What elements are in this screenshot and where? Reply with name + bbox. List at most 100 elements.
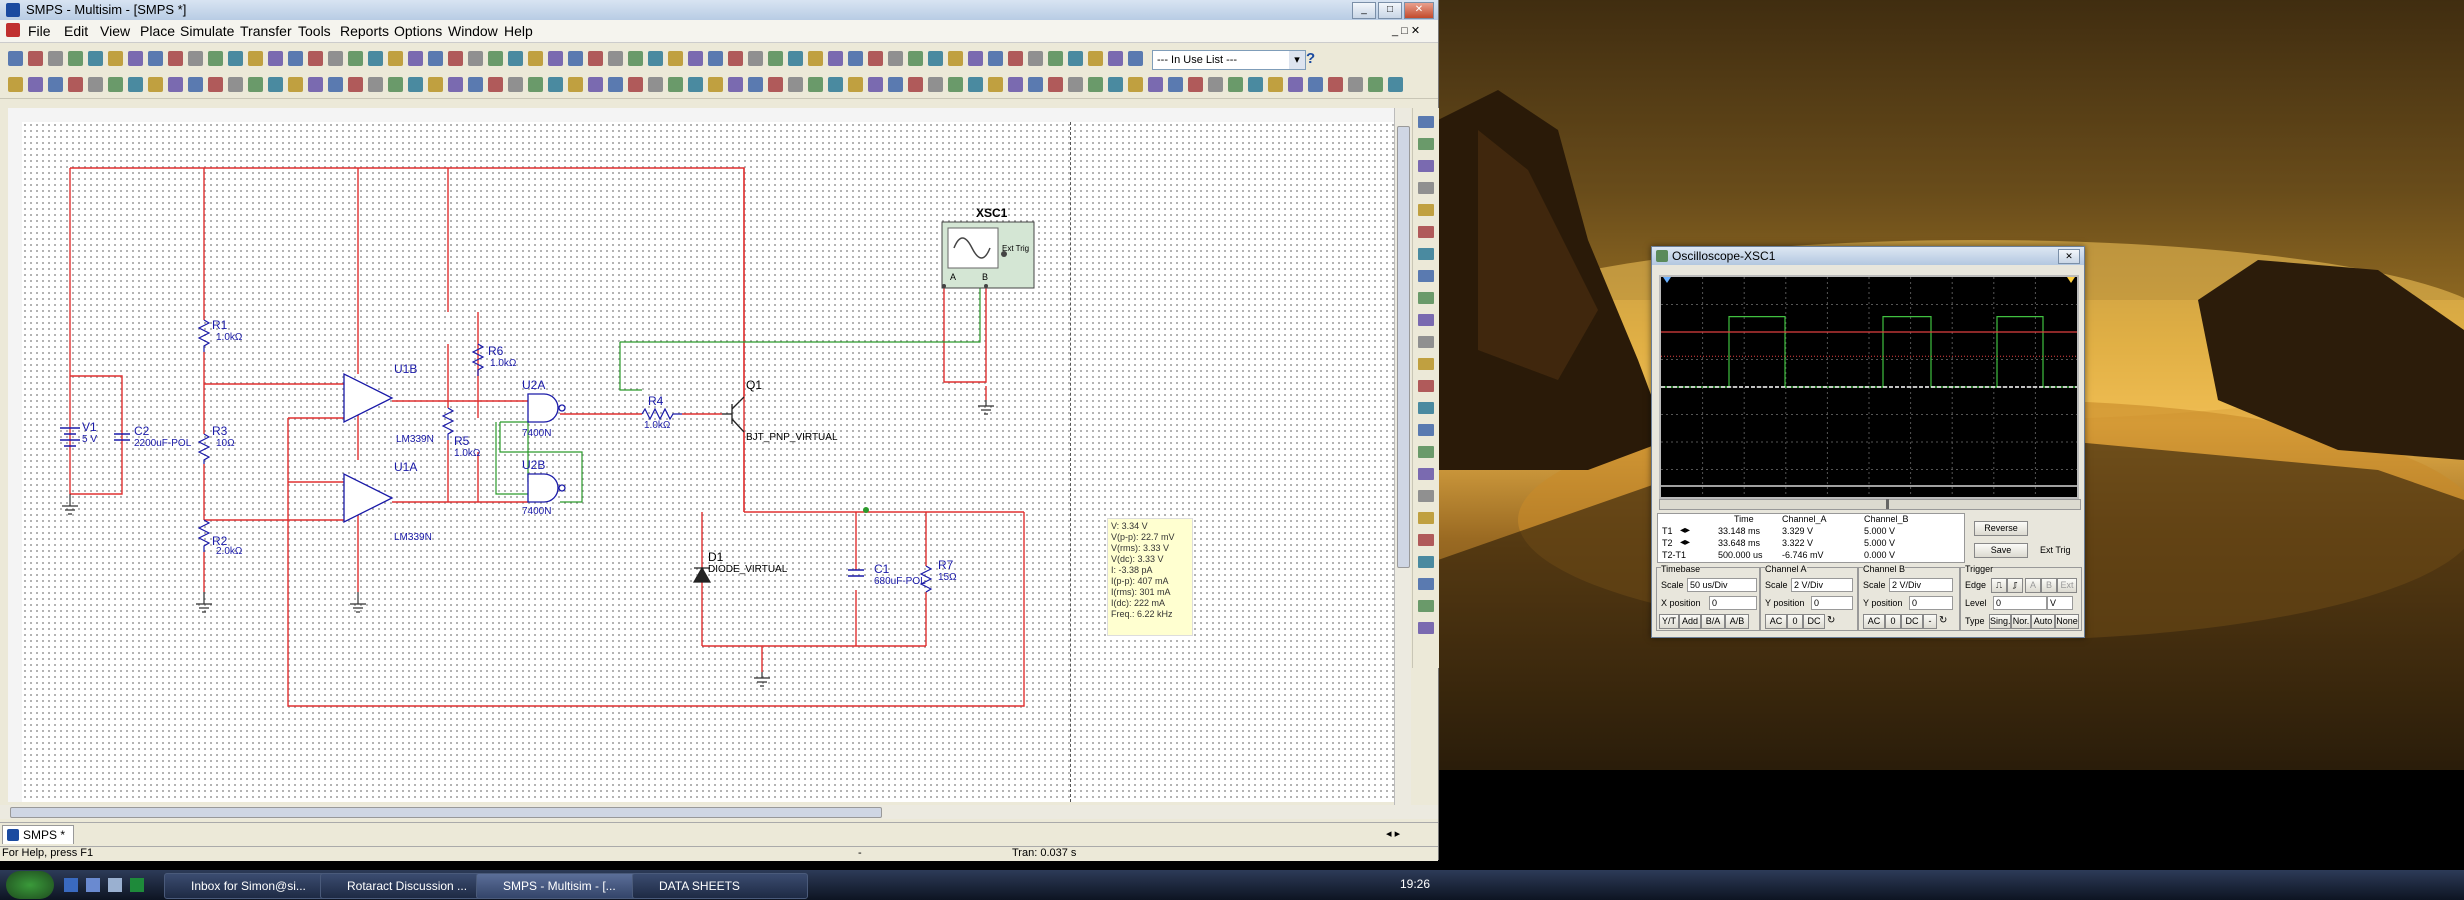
instrument-button-icon[interactable] bbox=[1418, 402, 1434, 414]
toolbar-button-icon[interactable] bbox=[748, 51, 763, 66]
instrument-button-icon[interactable] bbox=[1418, 116, 1434, 128]
toolbar-button-icon[interactable] bbox=[788, 51, 803, 66]
toolbar-button-icon[interactable] bbox=[588, 77, 603, 92]
toolbar-button-icon[interactable] bbox=[268, 77, 283, 92]
toolbar-button-icon[interactable] bbox=[668, 51, 683, 66]
chb-refresh-icon[interactable]: ↻ bbox=[1939, 615, 1947, 626]
toolbar-button-icon[interactable] bbox=[1148, 77, 1163, 92]
horizontal-scroll-thumb[interactable] bbox=[10, 807, 882, 818]
toolbar-button-icon[interactable] bbox=[868, 51, 883, 66]
type-normal-button[interactable]: Nor. bbox=[2011, 614, 2031, 629]
instrument-button-icon[interactable] bbox=[1418, 160, 1434, 172]
timebase-scale-field[interactable]: 50 us/Div bbox=[1687, 578, 1757, 592]
toolbar-button-icon[interactable] bbox=[688, 51, 703, 66]
mode-ab-button[interactable]: A/B bbox=[1725, 614, 1749, 629]
cha-dc-button[interactable]: DC bbox=[1803, 614, 1825, 629]
toolbar-button-icon[interactable] bbox=[88, 77, 103, 92]
toolbar-button-icon[interactable] bbox=[88, 51, 103, 66]
toolbar-button-icon[interactable] bbox=[188, 77, 203, 92]
toolbar-button-icon[interactable] bbox=[28, 77, 43, 92]
toolbar-button-icon[interactable] bbox=[708, 51, 723, 66]
menu-view[interactable]: View bbox=[100, 23, 130, 39]
mdi-controls[interactable]: _ □ ✕ bbox=[1392, 24, 1420, 37]
oscilloscope-display[interactable] bbox=[1659, 275, 2079, 499]
toolbar-button-icon[interactable] bbox=[288, 77, 303, 92]
toolbar-button-icon[interactable] bbox=[1008, 51, 1023, 66]
schematic-canvas[interactable]: R1 1.0kΩ R3 10Ω R2 2.0kΩ R6 1.0kΩ R5 1.0… bbox=[22, 122, 1394, 802]
toolbar-button-icon[interactable] bbox=[48, 51, 63, 66]
toolbar-button-icon[interactable] bbox=[268, 51, 283, 66]
toolbar-button-icon[interactable] bbox=[428, 77, 443, 92]
mode-add-button[interactable]: Add bbox=[1679, 614, 1701, 629]
cha-ac-button[interactable]: AC bbox=[1765, 614, 1787, 629]
reverse-button[interactable]: Reverse bbox=[1974, 521, 2028, 536]
toolbar-button-icon[interactable] bbox=[828, 51, 843, 66]
toolbar-button-icon[interactable] bbox=[328, 77, 343, 92]
toolbar-button-icon[interactable] bbox=[888, 51, 903, 66]
toolbar-button-icon[interactable] bbox=[1088, 51, 1103, 66]
chb-zero-button[interactable]: 0 bbox=[1885, 614, 1901, 629]
toolbar-button-icon[interactable] bbox=[588, 51, 603, 66]
x-position-field[interactable]: 0 bbox=[1709, 596, 1757, 610]
task-multisim[interactable]: SMPS - Multisim - [... bbox=[476, 873, 652, 899]
toolbar-button-icon[interactable] bbox=[208, 51, 223, 66]
task-inbox[interactable]: Inbox for Simon@si... bbox=[164, 873, 340, 899]
toolbar-button-icon[interactable] bbox=[528, 51, 543, 66]
cha-ypos-field[interactable]: 0 bbox=[1811, 596, 1853, 610]
quicklaunch-desktop-icon[interactable] bbox=[64, 878, 78, 892]
display-scrollbar[interactable] bbox=[1659, 499, 2081, 510]
cha-scale-field[interactable]: 2 V/Div bbox=[1791, 578, 1853, 592]
quicklaunch-ie-icon[interactable] bbox=[86, 878, 100, 892]
toolbar-button-icon[interactable] bbox=[1028, 77, 1043, 92]
clock[interactable]: 19:26 bbox=[1400, 877, 1430, 891]
toolbar-button-icon[interactable] bbox=[848, 51, 863, 66]
tray-icons[interactable] bbox=[1280, 879, 1340, 891]
toolbar-button-icon[interactable] bbox=[68, 51, 83, 66]
toolbar-button-icon[interactable] bbox=[1208, 77, 1223, 92]
save-button[interactable]: Save bbox=[1974, 543, 2028, 558]
toolbar-button-icon[interactable] bbox=[688, 77, 703, 92]
toolbar-button-icon[interactable] bbox=[568, 51, 583, 66]
toolbar-button-icon[interactable] bbox=[208, 77, 223, 92]
toolbar-button-icon[interactable] bbox=[408, 51, 423, 66]
toolbar-button-icon[interactable] bbox=[28, 51, 43, 66]
toolbar-button-icon[interactable] bbox=[1068, 51, 1083, 66]
instrument-button-icon[interactable] bbox=[1418, 578, 1434, 590]
toolbar-button-icon[interactable] bbox=[1088, 77, 1103, 92]
toolbar-button-icon[interactable] bbox=[568, 77, 583, 92]
level-field[interactable]: 0 bbox=[1993, 596, 2047, 610]
toolbar-button-icon[interactable] bbox=[1048, 51, 1063, 66]
instrument-button-icon[interactable] bbox=[1418, 512, 1434, 524]
toolbar-button-icon[interactable] bbox=[448, 51, 463, 66]
toolbar-button-icon[interactable] bbox=[1108, 51, 1123, 66]
toolbar-button-icon[interactable] bbox=[808, 77, 823, 92]
toolbar-button-icon[interactable] bbox=[248, 77, 263, 92]
toolbar-button-icon[interactable] bbox=[1288, 77, 1303, 92]
toolbar-button-icon[interactable] bbox=[928, 51, 943, 66]
chb-ypos-field[interactable]: 0 bbox=[1909, 596, 1953, 610]
mode-yt-button[interactable]: Y/T bbox=[1659, 614, 1679, 629]
toolbar-button-icon[interactable] bbox=[668, 77, 683, 92]
toolbar-button-icon[interactable] bbox=[1228, 77, 1243, 92]
instrument-button-icon[interactable] bbox=[1418, 556, 1434, 568]
toolbar-button-icon[interactable] bbox=[1008, 77, 1023, 92]
toolbar-button-icon[interactable] bbox=[1028, 51, 1043, 66]
start-button[interactable] bbox=[6, 871, 54, 899]
instrument-button-icon[interactable] bbox=[1418, 380, 1434, 392]
menu-simulate[interactable]: Simulate bbox=[180, 23, 234, 39]
toolbar-button-icon[interactable] bbox=[1248, 77, 1263, 92]
toolbar-button-icon[interactable] bbox=[148, 77, 163, 92]
toolbar-button-icon[interactable] bbox=[108, 77, 123, 92]
toolbar-button-icon[interactable] bbox=[8, 51, 23, 66]
toolbar-button-icon[interactable] bbox=[148, 51, 163, 66]
toolbar-button-icon[interactable] bbox=[508, 51, 523, 66]
toolbar-button-icon[interactable] bbox=[888, 77, 903, 92]
toolbar-button-icon[interactable] bbox=[348, 51, 363, 66]
toolbar-button-icon[interactable] bbox=[988, 77, 1003, 92]
oscilloscope-title-bar[interactable]: Oscilloscope-XSC1 ✕ bbox=[1652, 247, 2084, 265]
instrument-button-icon[interactable] bbox=[1418, 314, 1434, 326]
toolbar-button-icon[interactable] bbox=[628, 51, 643, 66]
toolbar-button-icon[interactable] bbox=[108, 51, 123, 66]
toolbar-button-icon[interactable] bbox=[368, 77, 383, 92]
instrument-button-icon[interactable] bbox=[1418, 248, 1434, 260]
